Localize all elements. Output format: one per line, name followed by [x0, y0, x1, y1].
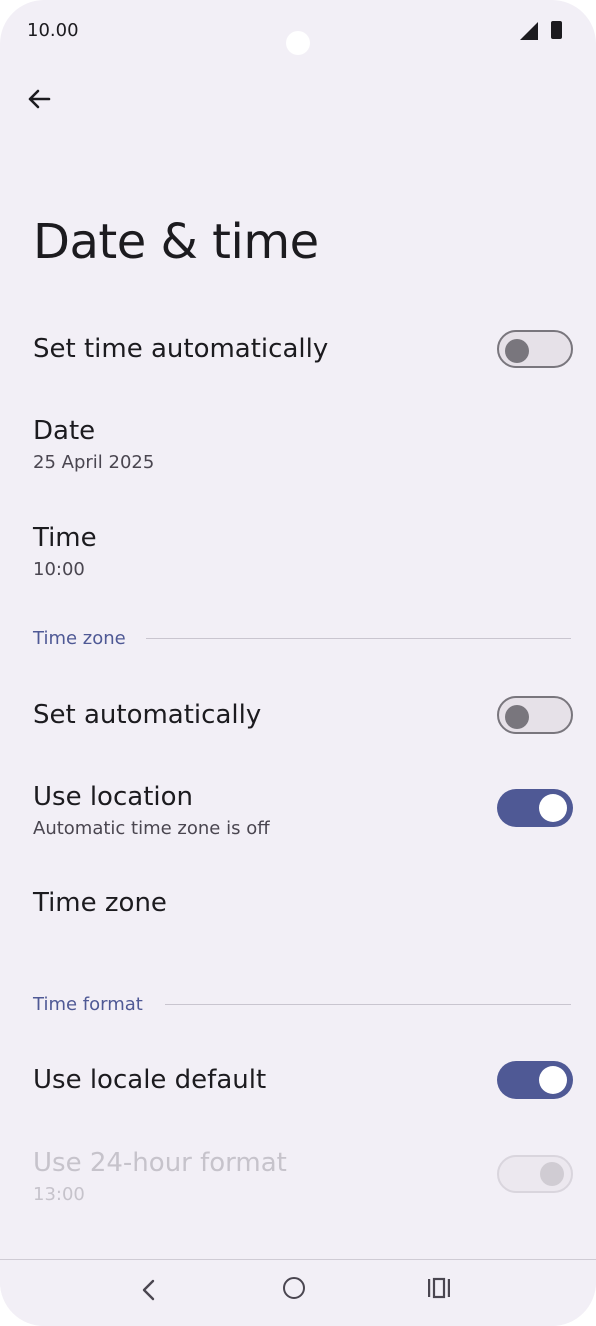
setting-set-automatically[interactable]: Set automatically [0, 686, 596, 746]
toggle-knob [505, 705, 529, 729]
time-value: 10:00 [33, 559, 85, 580]
section-divider [165, 1004, 571, 1005]
toggle-knob [539, 1066, 567, 1094]
setting-set-time-automatically[interactable]: Set time automatically [0, 320, 596, 380]
status-time: 10.00 [27, 20, 79, 41]
section-header-time-zone: Time zone [33, 628, 126, 649]
use-24-hour-subtitle: 13:00 [33, 1184, 85, 1205]
section-header-time-format: Time format [33, 994, 143, 1015]
setting-use-24-hour-format: Use 24-hour format 13:00 [0, 1142, 596, 1222]
camera-cutout [286, 31, 310, 55]
setting-label: Time zone [33, 888, 167, 918]
chevron-left-icon[interactable] [137, 1276, 161, 1304]
setting-label: Set time automatically [33, 334, 329, 364]
setting-label: Use locale default [33, 1065, 267, 1095]
setting-label: Time [33, 523, 97, 553]
setting-label: Use 24-hour format [33, 1148, 287, 1178]
set-time-automatically-toggle[interactable] [497, 330, 573, 368]
use-location-subtitle: Automatic time zone is off [33, 818, 270, 839]
setting-label: Set automatically [33, 700, 262, 730]
section-divider [146, 638, 571, 639]
phone-screen: 10.00 Date & time Set time automatically… [0, 0, 596, 1326]
use-locale-default-toggle[interactable] [497, 1061, 573, 1099]
cell-signal-icon [520, 22, 538, 40]
use-location-toggle[interactable] [497, 789, 573, 827]
status-bar: 10.00 [0, 0, 596, 60]
setting-time[interactable]: Time 10:00 [0, 517, 596, 597]
setting-time-zone[interactable]: Time zone [0, 876, 596, 936]
setting-date[interactable]: Date 25 April 2025 [0, 410, 596, 490]
set-automatically-toggle[interactable] [497, 696, 573, 734]
setting-label: Use location [33, 782, 193, 812]
toggle-knob [540, 1162, 564, 1186]
recents-icon[interactable] [427, 1276, 451, 1300]
setting-label: Date [33, 416, 96, 446]
page-title: Date & time [33, 214, 319, 270]
setting-use-location[interactable]: Use location Automatic time zone is off [0, 776, 596, 856]
toggle-knob [539, 794, 567, 822]
toggle-knob [505, 339, 529, 363]
use-24-hour-format-toggle [497, 1155, 573, 1193]
battery-icon [551, 21, 562, 39]
setting-use-locale-default[interactable]: Use locale default [0, 1051, 596, 1111]
back-arrow-icon[interactable] [22, 82, 56, 116]
navigation-bar [0, 1259, 596, 1326]
date-value: 25 April 2025 [33, 452, 155, 473]
home-circle-icon[interactable] [283, 1277, 305, 1299]
